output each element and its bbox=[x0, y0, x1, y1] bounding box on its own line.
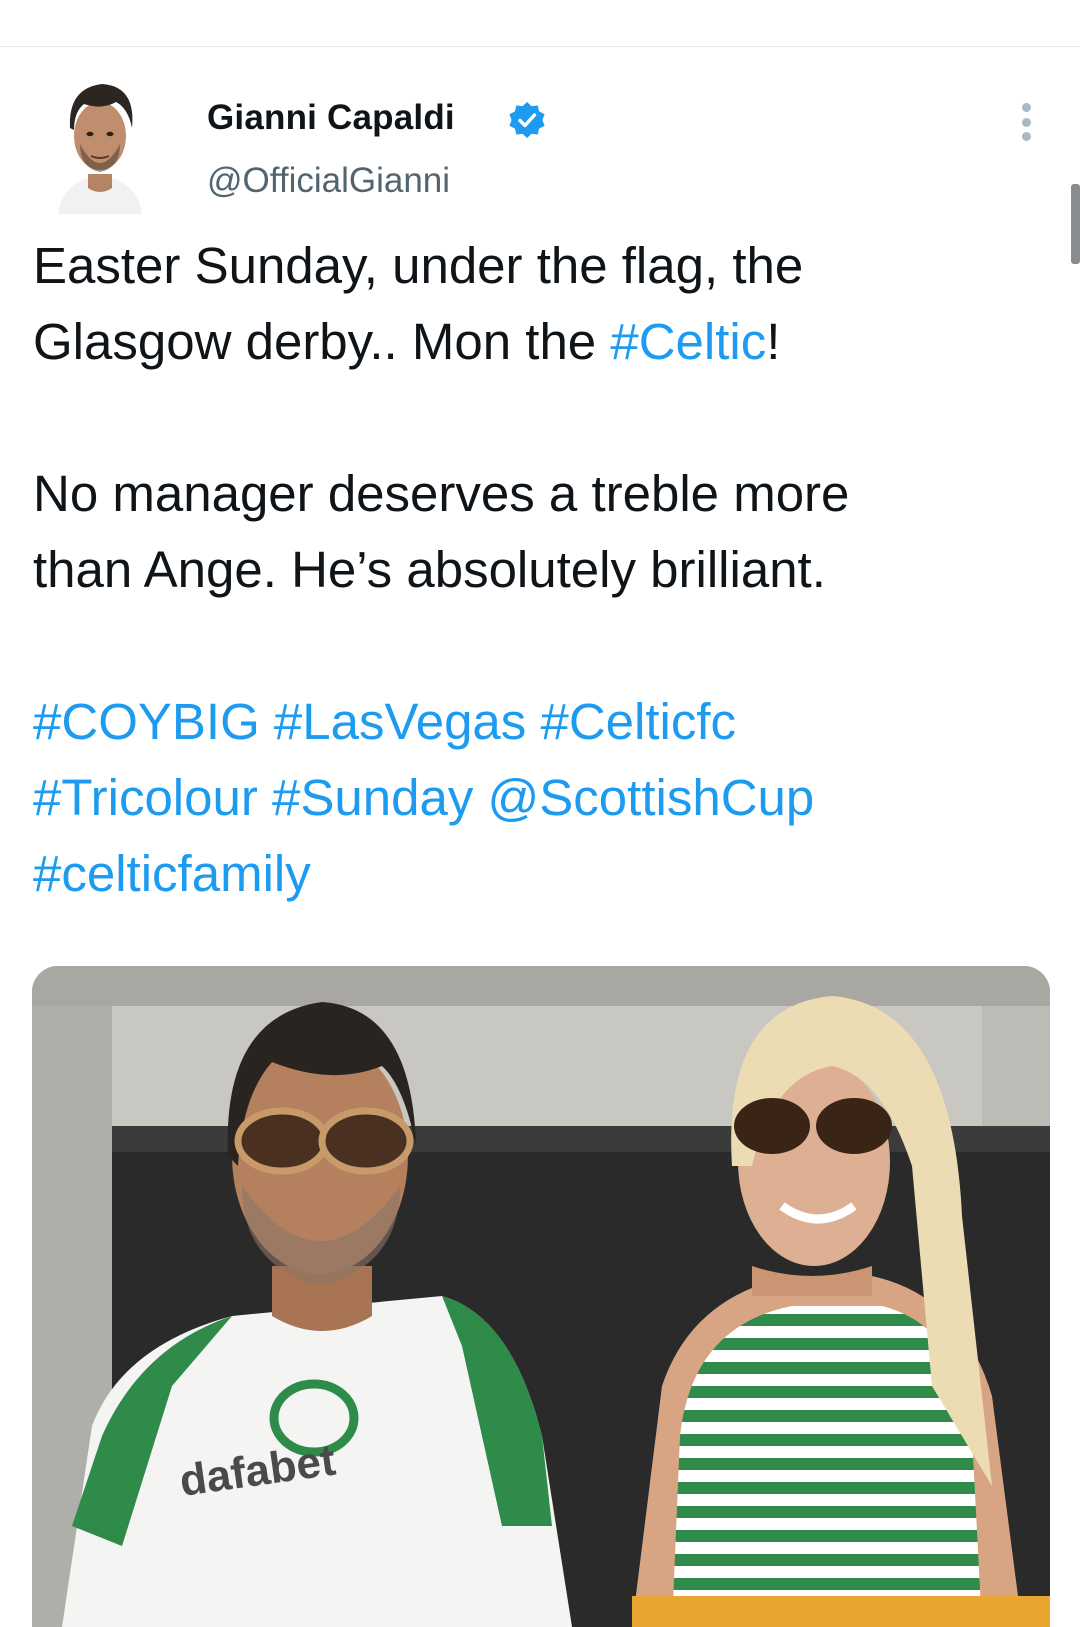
tweet-body: Easter Sunday, under the flag, the Glasg… bbox=[33, 228, 1043, 912]
avatar-image bbox=[44, 74, 156, 214]
tweet-text-line: than Ange. He’s absolutely brilliant. bbox=[33, 541, 826, 598]
photo-illustration: dafabet bbox=[32, 966, 1050, 1627]
author-handle[interactable]: @OfficialGianni bbox=[207, 161, 450, 201]
hashtag-links[interactable]: #celticfamily bbox=[33, 836, 1043, 912]
verified-badge-icon bbox=[509, 102, 545, 138]
hashtag-links[interactable]: #COYBIG #LasVegas #Celticfc bbox=[33, 684, 1043, 760]
more-dot bbox=[1021, 103, 1031, 112]
tweet-photo[interactable]: dafabet bbox=[32, 966, 1050, 1627]
more-dot bbox=[1021, 132, 1031, 141]
hashtag-link-celtic[interactable]: #Celtic bbox=[610, 313, 766, 370]
author-display-name[interactable]: Gianni Capaldi bbox=[207, 98, 455, 138]
more-options-icon[interactable] bbox=[1008, 100, 1044, 144]
tweet-text-line: Easter Sunday, under the flag, the bbox=[33, 237, 804, 294]
top-divider bbox=[0, 46, 1080, 47]
more-dot bbox=[1021, 117, 1031, 127]
hashtag-links[interactable]: #Tricolour #Sunday @ScottishCup bbox=[33, 760, 1043, 836]
tweet-text-segment: Glasgow derby.. Mon the bbox=[33, 313, 611, 370]
author-avatar[interactable] bbox=[44, 74, 156, 214]
tweet-text-segment: ! bbox=[766, 313, 781, 370]
scroll-indicator[interactable] bbox=[1071, 184, 1080, 264]
tweet-text-line: No manager deserves a treble more bbox=[33, 465, 850, 522]
tweet-text-line: Glasgow derby.. Mon the #Celtic! bbox=[33, 304, 1043, 380]
